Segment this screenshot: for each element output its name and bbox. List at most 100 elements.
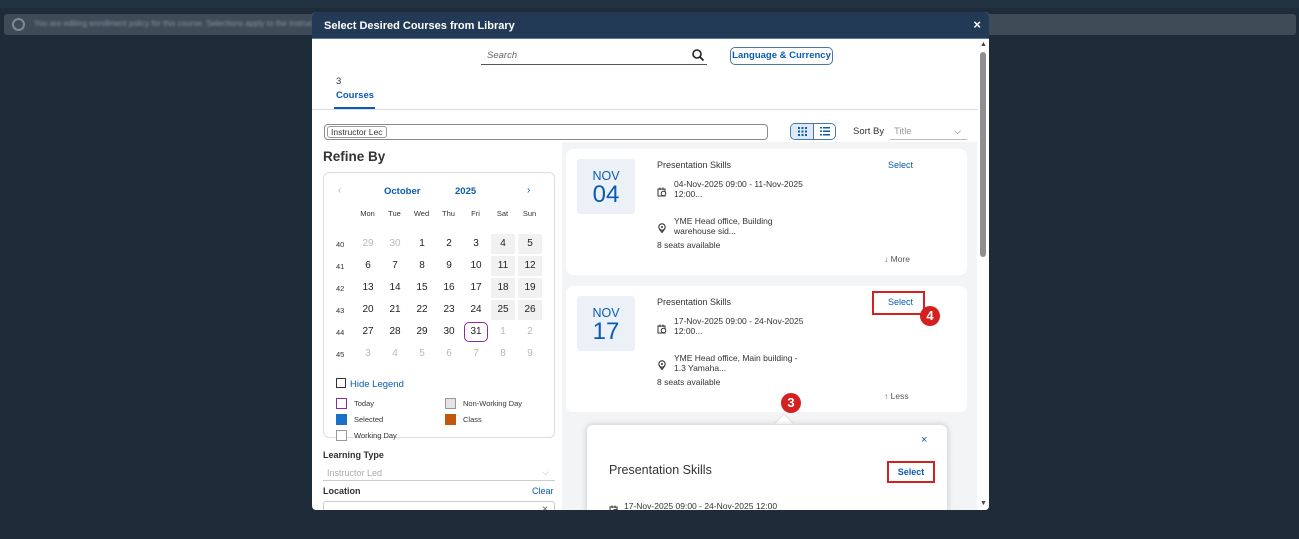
- info-icon: [12, 18, 25, 31]
- location-label: Location: [323, 486, 361, 496]
- search-placeholder: Search: [487, 50, 518, 61]
- calendar-day[interactable]: 12: [518, 256, 542, 276]
- calendar-day[interactable]: 4: [383, 344, 407, 364]
- calendar-day[interactable]: 19: [518, 278, 542, 298]
- dialog-header: Select Desired Courses from Library ×: [312, 12, 989, 39]
- calendar-day[interactable]: 30: [437, 322, 461, 342]
- calendar-day[interactable]: 7: [464, 344, 488, 364]
- calendar-day[interactable]: 6: [356, 256, 380, 276]
- calendar-day[interactable]: 7: [383, 256, 407, 276]
- legend-selected: Selected: [336, 414, 383, 425]
- calendar-day[interactable]: 14: [383, 278, 407, 298]
- calendar-day[interactable]: 30: [383, 234, 407, 254]
- sort-by-value: Title: [894, 126, 912, 137]
- calendar-day[interactable]: 26: [518, 300, 542, 320]
- calendar-day[interactable]: 13: [356, 278, 380, 298]
- calendar-prev-button[interactable]: ‹: [338, 185, 341, 196]
- legend-today-swatch: [336, 398, 347, 409]
- legend-non-working: Non-Working Day: [445, 398, 522, 409]
- calendar-day[interactable]: 23: [437, 300, 461, 320]
- calendar-day[interactable]: 5: [410, 344, 434, 364]
- learning-type-select[interactable]: Instructor Led ⌵: [323, 465, 555, 481]
- date-day: 04: [592, 181, 620, 208]
- calendar-day[interactable]: 16: [437, 278, 461, 298]
- clear-icon[interactable]: ×: [542, 504, 548, 510]
- tab-courses-count: 3: [336, 76, 342, 87]
- popover-select-button[interactable]: Select: [887, 461, 935, 483]
- calendar-day[interactable]: 22: [410, 300, 434, 320]
- legend-selected-label: Selected: [354, 415, 384, 424]
- learning-type-label: Learning Type: [323, 450, 384, 460]
- legend-selected-swatch: [336, 414, 347, 425]
- calendar-day[interactable]: 20: [356, 300, 380, 320]
- calendar-day[interactable]: 2: [518, 322, 542, 342]
- course-title: Presentation Skills: [657, 297, 732, 307]
- calendar-day[interactable]: 15: [410, 278, 434, 298]
- legend-today: Today: [336, 398, 374, 409]
- calendar-day[interactable]: 11: [491, 256, 515, 276]
- calendar-day[interactable]: 31: [464, 322, 488, 342]
- calendar-day[interactable]: 8: [491, 344, 515, 364]
- dialog-scrollbar[interactable]: ▲ ▼: [978, 40, 989, 510]
- week-number: 44: [336, 328, 345, 337]
- calendar-day[interactable]: 24: [464, 300, 488, 320]
- calendar-day[interactable]: 21: [383, 300, 407, 320]
- course-dates: 17-Nov-2025 09:00 - 24-Nov-2025 12:00...: [674, 316, 804, 336]
- filter-token[interactable]: Instructor Lec: [327, 126, 387, 138]
- calendar-day[interactable]: 3: [356, 344, 380, 364]
- more-link[interactable]: ↓ More: [884, 254, 910, 264]
- calendar-day[interactable]: 25: [491, 300, 515, 320]
- select-button[interactable]: Select: [888, 160, 913, 170]
- calendar-day[interactable]: 28: [383, 322, 407, 342]
- chevron-down-icon: ⌵: [954, 126, 961, 136]
- calendar-day[interactable]: 1: [410, 234, 434, 254]
- week-number: 40: [336, 240, 345, 249]
- calendar-day[interactable]: 29: [356, 234, 380, 254]
- search-icon[interactable]: [691, 48, 705, 62]
- language-currency-button[interactable]: Language & Currency: [730, 47, 833, 65]
- dialog-title: Select Desired Courses from Library: [324, 20, 515, 32]
- popover-close-button[interactable]: ×: [921, 434, 927, 446]
- location-clear-link[interactable]: Clear: [532, 486, 554, 496]
- calendar-year-button[interactable]: 2025: [455, 186, 476, 197]
- calendar-next-button[interactable]: ›: [527, 185, 530, 196]
- dialog-close-button[interactable]: ×: [973, 17, 981, 32]
- calendar-day[interactable]: 9: [518, 344, 542, 364]
- calendar-day[interactable]: 3: [464, 234, 488, 254]
- calendar-day[interactable]: 8: [410, 256, 434, 276]
- scroll-down-icon[interactable]: ▼: [980, 500, 987, 507]
- course-card[interactable]: NOV 04 Presentation Skills Select 04-Nov…: [566, 149, 967, 275]
- calendar-day[interactable]: 4: [491, 234, 515, 254]
- grid-view-button[interactable]: [791, 124, 814, 139]
- location-input[interactable]: ×: [323, 501, 555, 510]
- calendar-clock-icon: [657, 187, 667, 197]
- legend-working: Working Day: [336, 430, 397, 441]
- grid-icon: [798, 127, 807, 136]
- search-input[interactable]: Search: [481, 48, 707, 65]
- calendar-day[interactable]: 29: [410, 322, 434, 342]
- calendar-day[interactable]: 17: [464, 278, 488, 298]
- scroll-up-icon[interactable]: ▲: [980, 41, 987, 48]
- list-view-button[interactable]: [814, 124, 835, 139]
- calendar-day[interactable]: 27: [356, 322, 380, 342]
- scrollbar-thumb[interactable]: [980, 52, 986, 257]
- hide-legend-button[interactable]: Hide Legend: [336, 378, 404, 390]
- sort-by-select[interactable]: Title ⌵: [890, 123, 967, 140]
- list-icon: [820, 127, 830, 136]
- calendar-day[interactable]: 6: [437, 344, 461, 364]
- less-link[interactable]: ↑ Less: [884, 391, 909, 401]
- calendar-month-button[interactable]: October: [384, 186, 420, 197]
- tab-courses[interactable]: Courses: [336, 90, 374, 101]
- calendar-day[interactable]: 5: [518, 234, 542, 254]
- tab-divider: [312, 109, 982, 110]
- legend-non-working-label: Non-Working Day: [463, 399, 523, 408]
- calendar-day[interactable]: 1: [491, 322, 515, 342]
- week-number: 42: [336, 284, 345, 293]
- calendar-day[interactable]: 2: [437, 234, 461, 254]
- day-of-week-header: Wed: [413, 209, 430, 218]
- calendar-day[interactable]: 10: [464, 256, 488, 276]
- calendar-day[interactable]: 18: [491, 278, 515, 298]
- calendar-day[interactable]: 9: [437, 256, 461, 276]
- filter-token-input[interactable]: Instructor Lec: [324, 124, 768, 140]
- course-location: YME Head office, Main building - 1.3 Yam…: [674, 353, 798, 373]
